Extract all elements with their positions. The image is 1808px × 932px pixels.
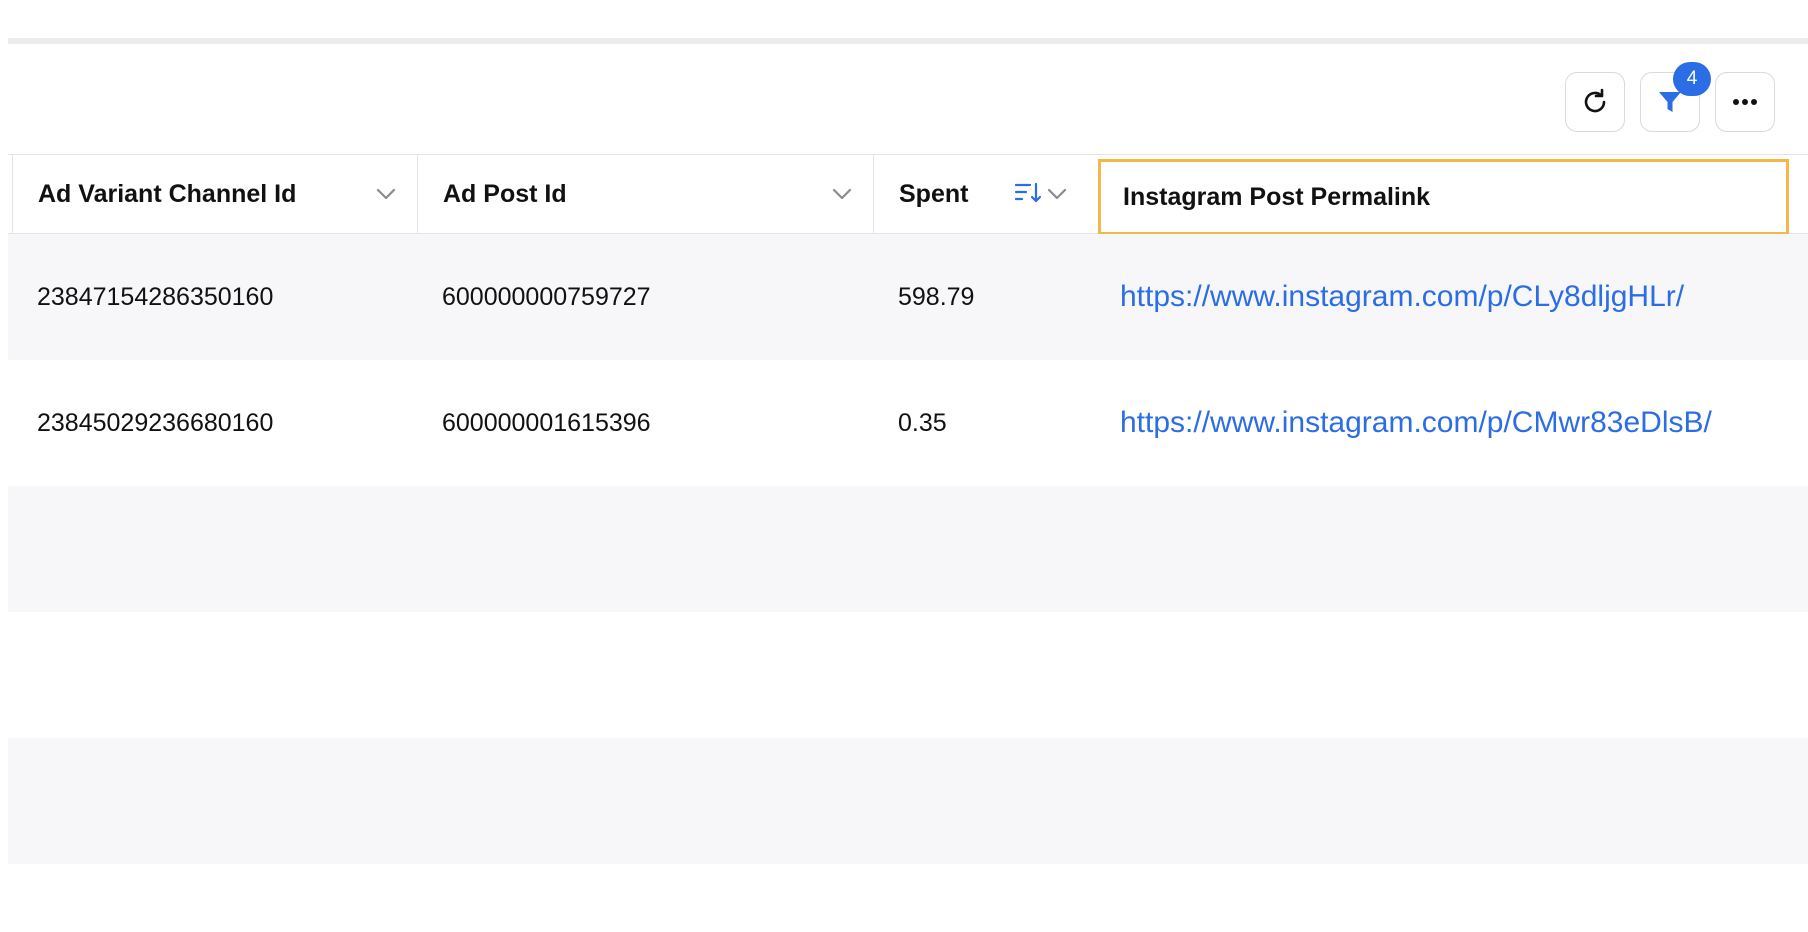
filter-count-badge: 4 [1673, 62, 1711, 96]
column-header-ad-variant-channel-id[interactable]: Ad Variant Channel Id [12, 155, 417, 233]
more-horizontal-icon [1733, 99, 1757, 105]
chevron-down-icon[interactable] [831, 183, 853, 205]
cell-ad-variant-channel-id: 23847154286350160 [37, 282, 274, 311]
refresh-icon [1584, 88, 1606, 113]
cell-permalink-link[interactable]: https://www.instagram.com/p/CLy8dljgHLr/ [1098, 234, 1808, 360]
data-table: Ad Variant Channel Id Ad Post Id Spent I… [8, 154, 1808, 864]
empty-table-row [8, 738, 1808, 864]
column-header-label: Spent [899, 179, 969, 208]
empty-table-row [8, 486, 1808, 612]
refresh-button[interactable] [1565, 72, 1625, 132]
cell-spent: 598.79 [898, 282, 975, 311]
column-header-ad-post-id[interactable]: Ad Post Id [417, 155, 873, 233]
table-toolbar: 4 [0, 44, 1808, 154]
table-header-row: Ad Variant Channel Id Ad Post Id Spent I… [8, 154, 1808, 235]
more-options-button[interactable] [1715, 72, 1775, 132]
column-header-label: Ad Post Id [443, 179, 567, 208]
cell-spent: 0.35 [898, 408, 947, 437]
column-header-instagram-post-permalink[interactable]: Instagram Post Permalink [1098, 159, 1789, 235]
table-row[interactable]: 23845029236680160 600000001615396 0.35 h… [8, 360, 1808, 486]
chevron-down-icon[interactable] [1046, 183, 1068, 205]
cell-ad-variant-channel-id: 23845029236680160 [37, 408, 274, 437]
empty-table-row [8, 612, 1808, 738]
cell-permalink-link[interactable]: https://www.instagram.com/p/CMwr83eDlsB/ [1098, 360, 1808, 486]
table-row[interactable]: 23847154286350160 600000000759727 598.79… [8, 234, 1808, 360]
column-header-label: Ad Variant Channel Id [38, 179, 297, 208]
cell-ad-post-id: 600000000759727 [442, 282, 651, 311]
chevron-down-icon[interactable] [375, 183, 397, 205]
cell-ad-post-id: 600000001615396 [442, 408, 651, 437]
column-header-label: Instagram Post Permalink [1123, 182, 1431, 211]
column-header-spent[interactable]: Spent [873, 155, 1089, 233]
sort-descending-icon[interactable] [1014, 181, 1042, 207]
